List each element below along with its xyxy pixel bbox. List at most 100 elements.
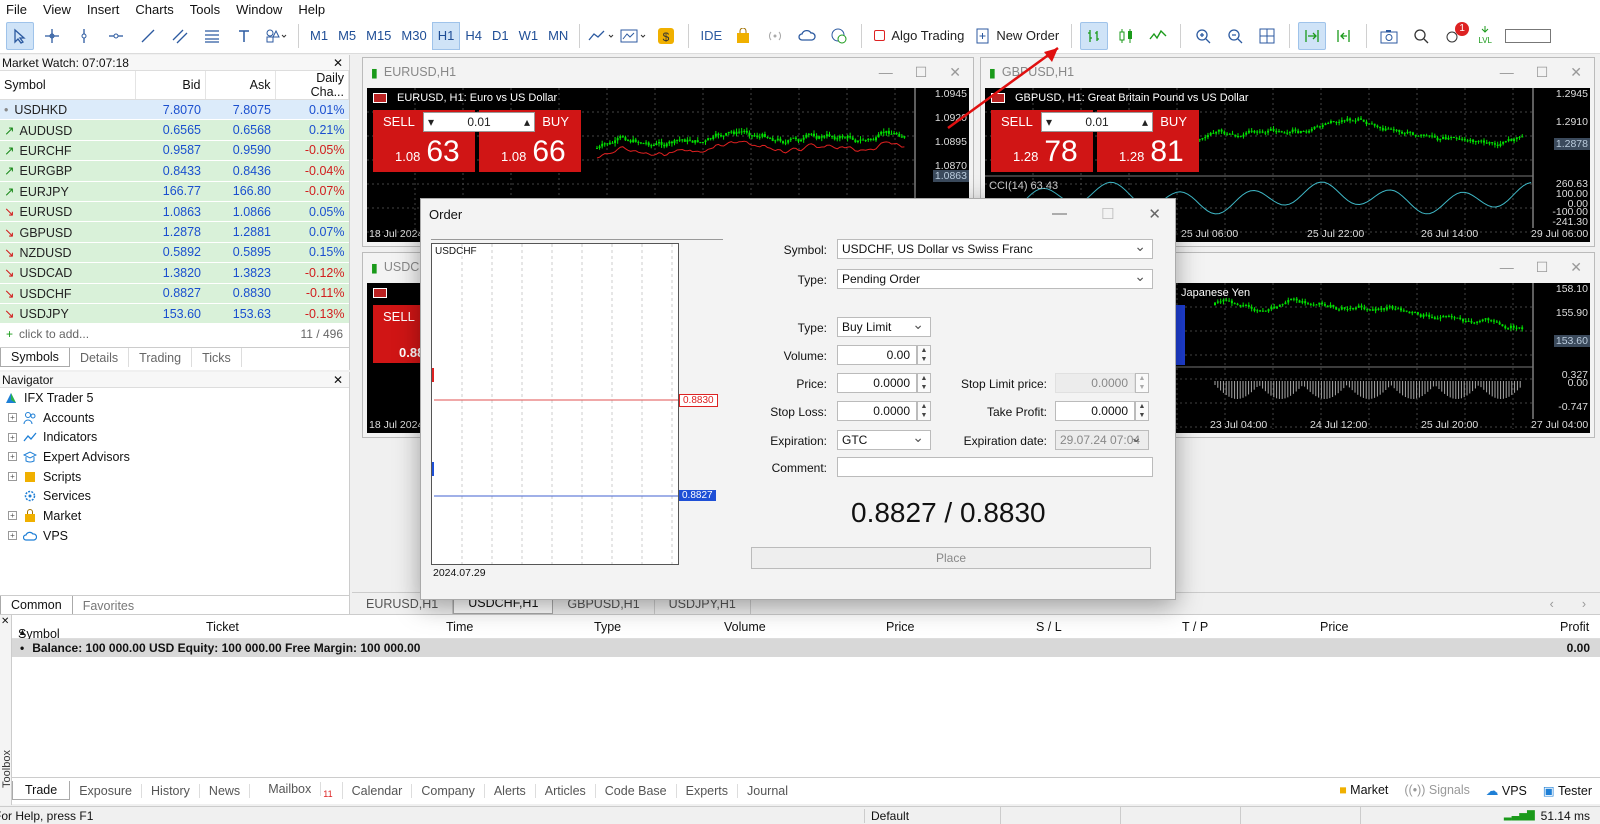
tab-history[interactable]: History <box>142 783 200 798</box>
menu-tools[interactable]: Tools <box>184 2 230 17</box>
navigator-item-vps[interactable]: + VPS <box>0 526 349 546</box>
menu-view[interactable]: View <box>37 2 81 17</box>
expiration-select[interactable]: GTC <box>837 429 931 450</box>
decrease-icon[interactable]: ▾ <box>428 115 434 129</box>
menu-insert[interactable]: Insert <box>81 2 130 17</box>
grid-icon[interactable] <box>1253 22 1281 50</box>
column-profit[interactable]: Profit <box>1560 620 1589 634</box>
expand-icon[interactable]: + <box>8 452 17 462</box>
comment-input[interactable] <box>837 457 1153 477</box>
minimize-icon[interactable]: — <box>1500 64 1514 81</box>
expand-icon[interactable]: + <box>8 531 17 541</box>
stop-limit-input[interactable]: 0.0000 <box>1055 373 1135 393</box>
tab-trading[interactable]: Trading <box>129 348 193 368</box>
stop-limit-stepper[interactable]: ▲ ▼ <box>1135 373 1149 393</box>
tab-alerts[interactable]: Alerts <box>485 783 536 798</box>
column-time[interactable]: Time <box>446 620 473 634</box>
volume-stepper[interactable]: ▲ ▼ <box>917 345 931 365</box>
navigator-item-market[interactable]: + Market <box>0 506 349 526</box>
maximize-icon[interactable]: ☐ <box>1536 64 1549 81</box>
cloud-icon[interactable] <box>793 22 821 50</box>
search-icon[interactable] <box>1407 22 1435 50</box>
dollar-icon[interactable]: $ <box>652 22 680 50</box>
timeframe-d1[interactable]: D1 <box>487 22 514 50</box>
maximize-icon[interactable]: ☐ <box>915 64 928 81</box>
navigator-item-indicators[interactable]: + Indicators <box>0 427 349 447</box>
candlestick-icon[interactable] <box>1112 22 1140 50</box>
tester-link[interactable]: ▣ Tester <box>1543 783 1592 798</box>
tab-calendar[interactable]: Calendar <box>343 783 413 798</box>
increase-icon[interactable]: ▴ <box>524 115 530 129</box>
maximize-icon[interactable]: ☐ <box>1101 205 1114 223</box>
shapes-icon[interactable] <box>262 22 290 50</box>
column-current-price[interactable]: Price <box>1320 620 1348 634</box>
stop-loss-stepper[interactable]: ▲ ▼ <box>917 401 931 421</box>
close-icon[interactable]: ✕ <box>333 56 343 70</box>
horizontal-line-icon[interactable] <box>102 22 130 50</box>
channel-icon[interactable] <box>166 22 194 50</box>
chart-shift-icon[interactable] <box>1330 22 1358 50</box>
table-row[interactable]: ↘ USDCAD 1.3820 1.3823 -0.12% <box>0 262 349 284</box>
close-icon[interactable]: ✕ <box>1570 259 1582 276</box>
cursor-icon[interactable] <box>6 21 34 50</box>
vps-globe-icon[interactable] <box>825 22 853 50</box>
column-ticket[interactable]: Ticket <box>206 620 239 634</box>
timeframe-m1[interactable]: M1 <box>305 22 333 50</box>
tab-news[interactable]: News <box>200 783 251 798</box>
signals-link[interactable]: ((•)) Signals <box>1404 783 1470 797</box>
increase-icon[interactable]: ▴ <box>1142 115 1148 129</box>
take-profit-stepper[interactable]: ▲ ▼ <box>1135 401 1149 421</box>
tab-exposure[interactable]: Exposure <box>70 783 143 798</box>
vps-link[interactable]: ☁ VPS <box>1486 783 1527 798</box>
table-row[interactable]: ↘ GBPUSD 1.2878 1.2881 0.07% <box>0 221 349 243</box>
tab-mailbox[interactable]: Mailbox 11 <box>250 782 343 799</box>
timeframe-m5[interactable]: M5 <box>333 22 361 50</box>
order-type-select[interactable]: Pending Order <box>837 268 1153 289</box>
tab-experts[interactable]: Experts <box>677 783 739 798</box>
click-to-add[interactable]: + click to add... <box>6 327 89 341</box>
autoscroll-icon[interactable] <box>1298 21 1327 50</box>
maximize-icon[interactable]: ☐ <box>1536 259 1549 276</box>
table-row[interactable]: ↗ EURJPY 166.77 166.80 -0.07% <box>0 181 349 202</box>
close-icon[interactable]: ✕ <box>1148 205 1161 223</box>
table-row[interactable]: ↗ EURGBP 0.8433 0.8436 -0.04% <box>0 160 349 182</box>
tab-code-base[interactable]: Code Base <box>596 783 677 798</box>
table-row[interactable]: ↘ NZDUSD 0.5892 0.5895 0.15% <box>0 242 349 264</box>
fibonacci-icon[interactable] <box>198 22 226 50</box>
expand-icon[interactable]: + <box>8 511 17 521</box>
trendline-icon[interactable] <box>134 22 162 50</box>
take-profit-input[interactable]: 0.0000 <box>1055 401 1135 421</box>
lot-size-input[interactable]: ▾ 0.01 ▴ <box>423 112 535 132</box>
market-link[interactable]: ■ Market <box>1339 783 1388 797</box>
tab-symbols[interactable]: Symbols <box>0 348 70 368</box>
menu-file[interactable]: File <box>0 2 37 17</box>
timeframe-h4[interactable]: H4 <box>460 22 487 50</box>
zoom-out-icon[interactable] <box>1221 22 1249 50</box>
tab-common[interactable]: Common <box>0 596 73 615</box>
crosshair-icon[interactable] <box>38 22 66 50</box>
price-stepper[interactable]: ▲ ▼ <box>917 373 931 393</box>
pending-type-select[interactable]: Buy Limit <box>837 316 931 337</box>
vertical-line-icon[interactable] <box>70 22 98 50</box>
minimize-icon[interactable]: — <box>879 64 893 81</box>
table-row[interactable]: ↗ EURCHF 0.9587 0.9590 -0.05% <box>0 140 349 162</box>
stop-loss-input[interactable]: 0.0000 <box>837 401 917 421</box>
text-tool-icon[interactable] <box>230 22 258 50</box>
column-sl[interactable]: S / L <box>1036 620 1062 634</box>
signals-icon[interactable] <box>761 22 789 50</box>
column-ask[interactable]: Ask <box>205 71 276 100</box>
notifications-icon[interactable]: 1 <box>1439 21 1470 50</box>
navigator-item-services[interactable]: Services <box>0 486 349 506</box>
expand-icon[interactable]: + <box>8 432 17 442</box>
market-bag-icon[interactable] <box>729 22 757 50</box>
volume-input[interactable]: 0.00 <box>837 345 917 365</box>
templates-icon[interactable] <box>620 22 648 50</box>
bar-chart-icon[interactable] <box>1080 21 1109 50</box>
menu-window[interactable]: Window <box>230 2 292 17</box>
tab-details[interactable]: Details <box>70 348 130 368</box>
screenshot-icon[interactable] <box>1375 22 1403 50</box>
symbol-select[interactable]: USDCHF, US Dollar vs Swiss Franc <box>837 238 1153 259</box>
expand-icon[interactable]: + <box>8 413 17 423</box>
table-row[interactable]: ↘ EURUSD 1.0863 1.0866 0.05% <box>0 201 349 223</box>
column-price[interactable]: Price <box>886 620 914 634</box>
